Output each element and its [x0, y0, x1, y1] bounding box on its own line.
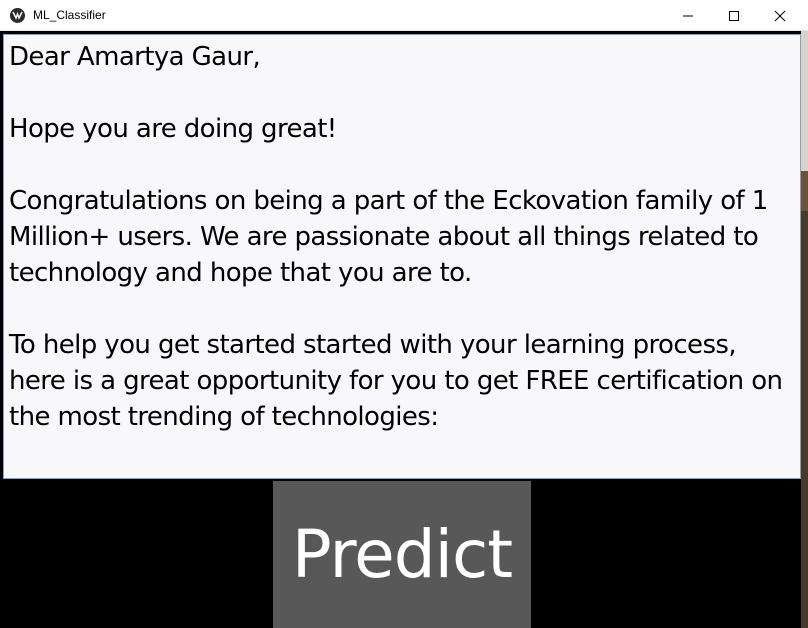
close-icon [774, 10, 786, 22]
maximize-button[interactable] [711, 0, 757, 31]
predict-button[interactable]: Predict [273, 481, 531, 628]
predict-button-label: Predict [291, 516, 513, 593]
background-window-edge [801, 31, 808, 628]
title-bar[interactable]: ML_Classifier [0, 0, 808, 31]
maximize-icon [729, 11, 739, 21]
app-window: ML_Classifier Dear Amartya Gaur, Hope yo… [0, 0, 808, 628]
email-text-input[interactable]: Dear Amartya Gaur, Hope you are doing gr… [3, 34, 801, 479]
minimize-button[interactable] [665, 0, 711, 31]
window-title: ML_Classifier [33, 8, 106, 22]
app-icon [10, 8, 25, 23]
minimize-icon [683, 15, 693, 17]
background-window-edge-light [801, 31, 808, 171]
email-text-content[interactable]: Dear Amartya Gaur, Hope you are doing gr… [9, 39, 799, 435]
background-window-edge-dark [801, 171, 808, 211]
close-button[interactable] [757, 0, 803, 31]
